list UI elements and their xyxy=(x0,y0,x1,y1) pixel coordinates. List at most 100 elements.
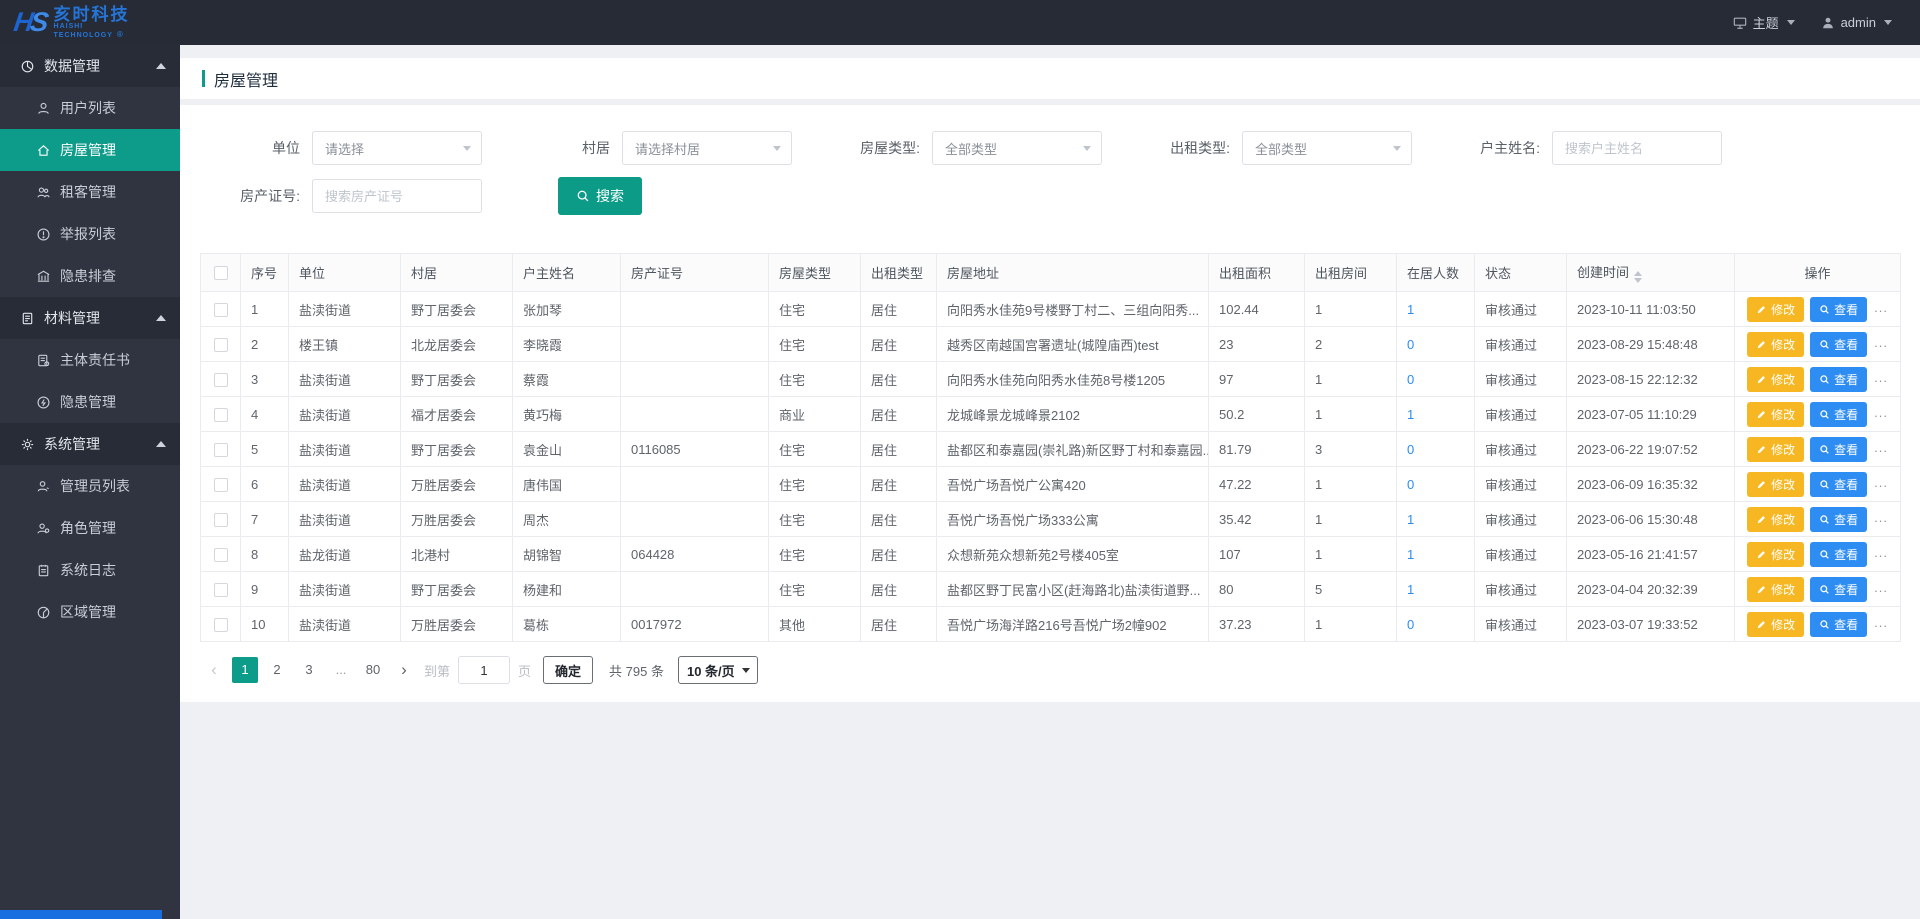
page-number-1[interactable]: 1 xyxy=(232,657,258,683)
select-all-checkbox[interactable] xyxy=(213,266,228,281)
cert-number-input[interactable] xyxy=(325,188,457,204)
residents-count-link[interactable]: 1 xyxy=(1407,407,1414,422)
cell-unit: 盐渎街道 xyxy=(288,396,401,432)
goto-page-input[interactable] xyxy=(458,656,511,684)
next-page-button[interactable]: › xyxy=(392,660,416,680)
sort-icon[interactable] xyxy=(1634,271,1643,283)
view-button[interactable]: 查看 xyxy=(1810,541,1868,567)
cell-owner: 周杰 xyxy=(512,501,621,537)
edit-button[interactable]: 修改 xyxy=(1747,611,1805,637)
view-button[interactable]: 查看 xyxy=(1810,611,1868,637)
row-checkbox[interactable] xyxy=(213,617,228,632)
more-actions-button[interactable]: ... xyxy=(1874,475,1888,490)
sidebar-group-数据管理[interactable]: 数据管理 xyxy=(0,45,180,87)
cell-rooms: 2 xyxy=(1304,326,1397,362)
cell-cert: 0116085 xyxy=(620,431,769,467)
more-actions-button[interactable]: ... xyxy=(1874,545,1888,560)
row-checkbox[interactable] xyxy=(213,477,228,492)
view-button[interactable]: 查看 xyxy=(1810,471,1868,497)
edit-button[interactable]: 修改 xyxy=(1747,471,1805,497)
more-actions-button[interactable]: ... xyxy=(1874,580,1888,595)
view-button[interactable]: 查看 xyxy=(1810,366,1868,392)
chevron-down-icon xyxy=(463,146,471,151)
sidebar-item-用户列表[interactable]: 用户列表 xyxy=(0,87,180,129)
page-number-80[interactable]: 80 xyxy=(360,657,386,683)
rent-type-select[interactable]: 全部类型 xyxy=(1242,131,1412,165)
row-checkbox[interactable] xyxy=(213,582,228,597)
residents-count-link[interactable]: 1 xyxy=(1407,302,1414,317)
edit-button[interactable]: 修改 xyxy=(1747,401,1805,427)
sidebar-item-隐患排查[interactable]: 隐患排查 xyxy=(0,255,180,297)
edit-button[interactable]: 修改 xyxy=(1747,296,1805,322)
page-ellipsis[interactable]: ... xyxy=(328,657,354,683)
edit-button[interactable]: 修改 xyxy=(1747,506,1805,532)
search-icon xyxy=(1819,374,1830,385)
more-actions-button[interactable]: ... xyxy=(1874,300,1888,315)
view-button[interactable]: 查看 xyxy=(1810,506,1868,532)
cell-rooms: 3 xyxy=(1304,431,1397,467)
residents-count-link[interactable]: 1 xyxy=(1407,582,1414,597)
column-header-address: 房屋地址 xyxy=(936,253,1209,292)
residents-count-link[interactable]: 0 xyxy=(1407,617,1414,632)
residents-count-link[interactable]: 0 xyxy=(1407,442,1414,457)
row-checkbox[interactable] xyxy=(213,512,228,527)
row-checkbox[interactable] xyxy=(213,547,228,562)
search-button[interactable]: 搜索 xyxy=(558,177,642,215)
more-actions-button[interactable]: ... xyxy=(1874,510,1888,525)
more-actions-button[interactable]: ... xyxy=(1874,615,1888,630)
row-checkbox[interactable] xyxy=(213,407,228,422)
sidebar-item-隐患管理[interactable]: 隐患管理 xyxy=(0,381,180,423)
sidebar-item-区域管理[interactable]: 区域管理 xyxy=(0,591,180,633)
row-checkbox[interactable] xyxy=(213,372,228,387)
view-button[interactable]: 查看 xyxy=(1810,296,1868,322)
pencil-icon xyxy=(1756,339,1767,350)
cell-village: 万胜居委会 xyxy=(400,606,513,642)
village-select[interactable]: 请选择村居 xyxy=(622,131,792,165)
row-checkbox[interactable] xyxy=(213,337,228,352)
edit-button[interactable]: 修改 xyxy=(1747,331,1805,357)
cell-area: 35.42 xyxy=(1208,501,1305,537)
page-size-value: 10 条/页 xyxy=(686,663,735,679)
residents-count-link[interactable]: 1 xyxy=(1407,512,1414,527)
sidebar-group-材料管理[interactable]: 材料管理 xyxy=(0,297,180,339)
more-actions-button[interactable]: ... xyxy=(1874,405,1888,420)
cell-address: 盐都区野丁民富小区(赶海路北)盐渎街道野... xyxy=(936,571,1209,607)
view-button[interactable]: 查看 xyxy=(1810,436,1868,462)
more-actions-button[interactable]: ... xyxy=(1874,440,1888,455)
sidebar-item-房屋管理[interactable]: 房屋管理 xyxy=(0,129,180,171)
residents-count-link[interactable]: 0 xyxy=(1407,372,1414,387)
sidebar-item-系统日志[interactable]: 系统日志 xyxy=(0,549,180,591)
residents-count-link[interactable]: 1 xyxy=(1407,547,1414,562)
sidebar-item-管理员列表[interactable]: 管理员列表 xyxy=(0,465,180,507)
edit-button[interactable]: 修改 xyxy=(1747,541,1805,567)
more-actions-button[interactable]: ... xyxy=(1874,335,1888,350)
sidebar-item-主体责任书[interactable]: 主体责任书 xyxy=(0,339,180,381)
view-button[interactable]: 查看 xyxy=(1810,401,1868,427)
goto-confirm-button[interactable]: 确定 xyxy=(543,656,594,684)
edit-button[interactable]: 修改 xyxy=(1747,366,1805,392)
prev-page-button[interactable]: ‹ xyxy=(202,660,226,680)
more-actions-button[interactable]: ... xyxy=(1874,370,1888,385)
page-number-3[interactable]: 3 xyxy=(296,657,322,683)
unit-select[interactable]: 请选择 xyxy=(312,131,482,165)
sidebar-group-系统管理[interactable]: 系统管理 xyxy=(0,423,180,465)
residents-count-link[interactable]: 0 xyxy=(1407,337,1414,352)
sidebar-item-举报列表[interactable]: 举报列表 xyxy=(0,213,180,255)
view-button[interactable]: 查看 xyxy=(1810,576,1868,602)
house-type-select[interactable]: 全部类型 xyxy=(932,131,1102,165)
view-button[interactable]: 查看 xyxy=(1810,331,1868,357)
user-menu[interactable]: admin xyxy=(1821,15,1892,30)
edit-button[interactable]: 修改 xyxy=(1747,576,1805,602)
residents-count-link[interactable]: 0 xyxy=(1407,477,1414,492)
row-checkbox[interactable] xyxy=(213,442,228,457)
owner-name-input[interactable] xyxy=(1565,140,1697,156)
page-number-2[interactable]: 2 xyxy=(264,657,290,683)
view-button-label: 查看 xyxy=(1834,302,1859,317)
theme-menu[interactable]: 主题 xyxy=(1733,13,1795,32)
page-size-select[interactable]: 10 条/页 xyxy=(677,656,758,684)
row-checkbox[interactable] xyxy=(213,302,228,317)
sidebar-item-角色管理[interactable]: 角色管理 xyxy=(0,507,180,549)
sidebar-item-租客管理[interactable]: 租客管理 xyxy=(0,171,180,213)
log-icon xyxy=(36,563,51,578)
edit-button[interactable]: 修改 xyxy=(1747,436,1805,462)
